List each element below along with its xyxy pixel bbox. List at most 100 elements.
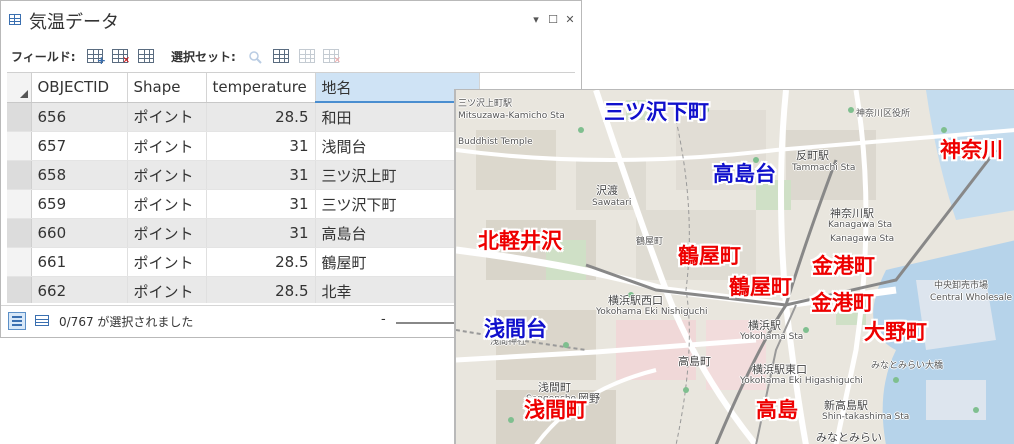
cell-objectid[interactable]: 659 xyxy=(31,189,128,219)
row-selector[interactable] xyxy=(7,276,32,303)
basemap-label: 沢渡 xyxy=(596,184,618,197)
cell-temperature[interactable]: 31 xyxy=(206,160,316,190)
basemap-label: みなとみらい xyxy=(816,431,882,444)
cell-shape[interactable]: ポイント xyxy=(127,218,207,248)
cell-temperature[interactable]: 31 xyxy=(206,131,316,161)
row-selector[interactable] xyxy=(7,189,32,219)
map-label-takashimadai: 高島台 xyxy=(713,162,776,186)
zoom-to-selection-icon[interactable] xyxy=(247,49,263,64)
cell-shape[interactable]: ポイント xyxy=(127,276,207,303)
table-row[interactable]: 658 ポイント 31 三ツ沢上町 xyxy=(7,160,480,190)
row-selector[interactable] xyxy=(7,218,32,248)
map-label-sengendai: 浅間台 xyxy=(484,317,547,341)
map-label-sengencho: 浅間町 xyxy=(524,398,587,422)
cell-temperature[interactable]: 28.5 xyxy=(206,102,316,132)
basemap-label: Yokohama Sta xyxy=(740,332,804,342)
close-icon[interactable]: ✕ xyxy=(563,13,577,27)
row-selector[interactable] xyxy=(7,247,32,277)
basemap-label: 反町駅 xyxy=(796,149,829,162)
basemap-label: Tammachi Sta xyxy=(792,163,856,173)
basemap-label: Buddhist Temple xyxy=(458,137,533,147)
column-header-temperature[interactable]: temperature xyxy=(206,73,316,103)
basemap-label: 中央卸売市場 xyxy=(934,281,989,291)
cell-shape[interactable]: ポイント xyxy=(127,131,207,161)
map-label-onoecho: 大野町 xyxy=(864,320,927,344)
map-label-takashima: 高島 xyxy=(756,398,798,422)
cell-shape[interactable]: ポイント xyxy=(127,247,207,277)
cell-objectid[interactable]: 661 xyxy=(31,247,128,277)
cell-shape[interactable]: ポイント xyxy=(127,102,207,132)
basemap-label: 横浜駅西口 xyxy=(608,294,663,307)
basemap-label: 神奈川区役所 xyxy=(856,109,911,119)
table-row[interactable]: 656 ポイント 28.5 和田 xyxy=(7,102,480,132)
cell-objectid[interactable]: 657 xyxy=(31,131,128,161)
basemap-label: Kanagawa Sta xyxy=(828,220,893,230)
cell-shape[interactable]: ポイント xyxy=(127,189,207,219)
field-view-icon[interactable] xyxy=(138,49,154,63)
pane-options-icon[interactable]: ▾ xyxy=(529,13,543,27)
zoom-slider[interactable] xyxy=(396,322,456,324)
basemap-label: 新高島駅 xyxy=(824,399,868,412)
row-selector[interactable] xyxy=(7,131,32,161)
table-row[interactable]: 659 ポイント 31 三ツ沢下町 xyxy=(7,189,480,219)
column-header-shape[interactable]: Shape xyxy=(127,73,207,103)
show-selected-records-icon[interactable] xyxy=(35,315,49,326)
basemap-label: Mitsuzawa-Kamicho Sta xyxy=(458,111,565,121)
show-all-records-icon[interactable] xyxy=(8,312,26,330)
column-header-objectid[interactable]: OBJECTID xyxy=(31,73,128,103)
clear-selection-icon[interactable] xyxy=(299,49,315,63)
delete-selected-icon[interactable] xyxy=(323,49,341,66)
table-row[interactable]: 660 ポイント 31 高島台 xyxy=(7,218,480,248)
selection-count: 0/767 が選択されました xyxy=(59,315,194,329)
basemap-label: Central Wholesale xyxy=(930,293,1013,303)
zoom-out-icon[interactable]: - xyxy=(381,312,386,327)
cell-objectid[interactable]: 658 xyxy=(31,160,128,190)
basemap-label: 浅間町 xyxy=(538,381,571,394)
switch-selection-icon[interactable] xyxy=(273,49,289,63)
cell-objectid[interactable]: 656 xyxy=(31,102,128,132)
basemap-label: 横浜駅東口 xyxy=(752,363,807,376)
basemap-label: みなとみらい大橋 xyxy=(871,361,944,371)
row-selector[interactable] xyxy=(7,102,32,132)
add-field-icon[interactable] xyxy=(87,49,106,67)
table-header-row: OBJECTID Shape temperature 地名 xyxy=(7,73,480,103)
map-label-tsuruyacho-2: 鶴屋町 xyxy=(729,275,792,299)
map-label-tsuruyacho-1: 鶴屋町 xyxy=(678,244,741,268)
cell-objectid[interactable]: 660 xyxy=(31,218,128,248)
cell-temperature[interactable]: 31 xyxy=(206,218,316,248)
basemap-label: Yokohama Eki Nishiguchi xyxy=(596,307,708,317)
table-toolbar: フィールド: 選択セット: xyxy=(1,42,581,102)
cell-temperature[interactable]: 31 xyxy=(206,189,316,219)
maximize-icon[interactable]: ☐ xyxy=(546,13,560,27)
basemap-label: 鶴屋町 xyxy=(636,237,664,247)
table-row[interactable]: 662 ポイント 28.5 北幸 xyxy=(7,276,480,303)
map-label-kanagawa: 神奈川 xyxy=(940,138,1003,162)
cell-temperature[interactable]: 28.5 xyxy=(206,247,316,277)
table-row[interactable]: 657 ポイント 31 浅間台 xyxy=(7,131,480,161)
basemap-label: 高島町 xyxy=(678,355,711,368)
selection-set-label: 選択セット: xyxy=(171,50,236,64)
cell-shape[interactable]: ポイント xyxy=(127,160,207,190)
row-selector[interactable] xyxy=(7,160,32,190)
fields-label: フィールド: xyxy=(11,50,76,64)
basemap-label: 神奈川駅 xyxy=(830,207,874,220)
cell-objectid[interactable]: 662 xyxy=(31,276,128,303)
map-label-kitakaruizawa: 北軽井沢 xyxy=(478,229,562,253)
cell-temperature[interactable]: 28.5 xyxy=(206,276,316,303)
basemap-label: Shin-takashima Sta xyxy=(822,412,910,422)
basemap-label: Sawatari xyxy=(592,198,632,208)
delete-field-icon[interactable] xyxy=(112,49,130,66)
table-icon xyxy=(9,14,21,25)
select-all-corner[interactable] xyxy=(7,73,32,103)
map-label-mitsuzawa-shimocho: 三ツ沢下町 xyxy=(604,100,709,124)
pane-title-bar: 気温データ ▾ ☐ ✕ xyxy=(1,1,581,39)
basemap-label: 横浜駅 xyxy=(748,319,781,332)
basemap-label: Yokohama Eki Higashiguchi xyxy=(740,376,863,386)
map-view[interactable]: 三ツ沢上町駅 Mitsuzawa-Kamicho Sta 沢渡 Sawatari… xyxy=(454,89,1014,444)
map-label-kanakocho-2: 金港町 xyxy=(811,291,874,315)
basemap-label: 三ツ沢上町駅 xyxy=(458,99,513,109)
pane-title: 気温データ xyxy=(29,12,119,33)
basemap-label: Kanagawa Sta xyxy=(830,234,895,244)
table-row[interactable]: 661 ポイント 28.5 鶴屋町 xyxy=(7,247,480,277)
map-label-kanakocho-1: 金港町 xyxy=(812,254,875,278)
